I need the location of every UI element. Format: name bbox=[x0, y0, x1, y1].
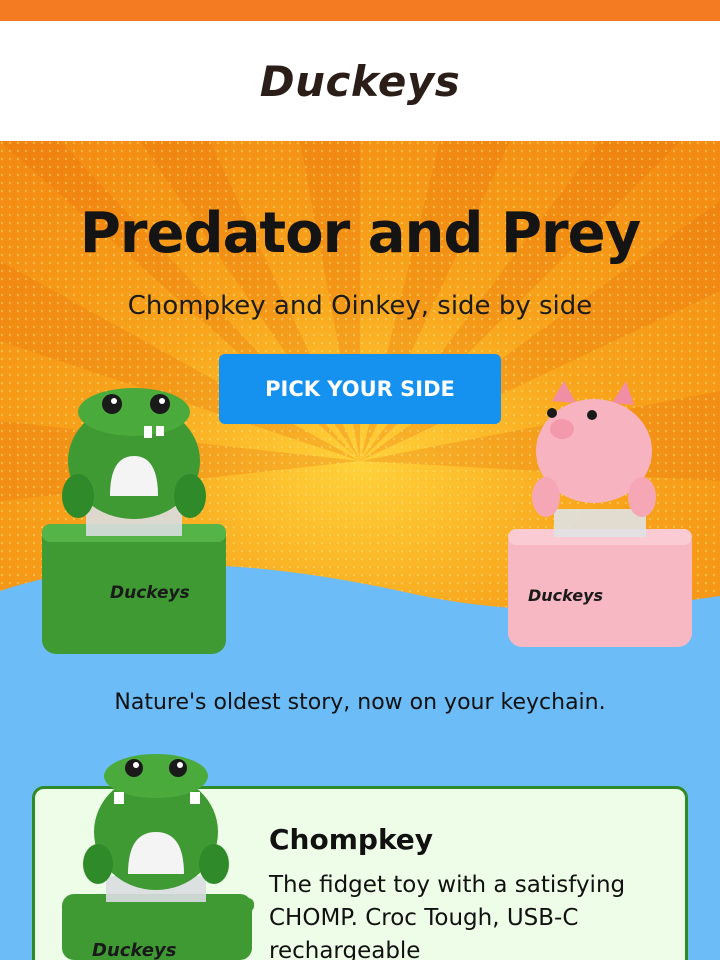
product-croc-label: Duckeys bbox=[92, 940, 177, 960]
pig-keychain-icon[interactable] bbox=[502, 381, 698, 661]
product-croc-icon[interactable] bbox=[58, 752, 258, 960]
brand-logo[interactable]: Duckeys bbox=[260, 57, 460, 106]
product-description: The fidget toy with a satisfying CHOMP. … bbox=[269, 872, 626, 960]
pig-keychain-label: Duckeys bbox=[528, 586, 604, 605]
top-accent-strip bbox=[0, 0, 720, 21]
hero-title: Predator and Prey bbox=[79, 201, 641, 266]
email-header: Duckeys bbox=[0, 21, 720, 141]
hero-subtitle: Chompkey and Oinkey, side by side bbox=[127, 291, 593, 321]
tagline: Nature's oldest story, now on your keych… bbox=[114, 690, 606, 715]
croc-keychain-icon[interactable] bbox=[36, 386, 232, 661]
hero-banner: Predator and Prey Chompkey and Oinkey, s… bbox=[0, 141, 720, 661]
pick-your-side-button[interactable]: PICK YOUR SIDE bbox=[219, 354, 501, 424]
croc-keychain-label: Duckeys bbox=[110, 583, 190, 603]
product-title: Chompkey bbox=[269, 823, 434, 856]
